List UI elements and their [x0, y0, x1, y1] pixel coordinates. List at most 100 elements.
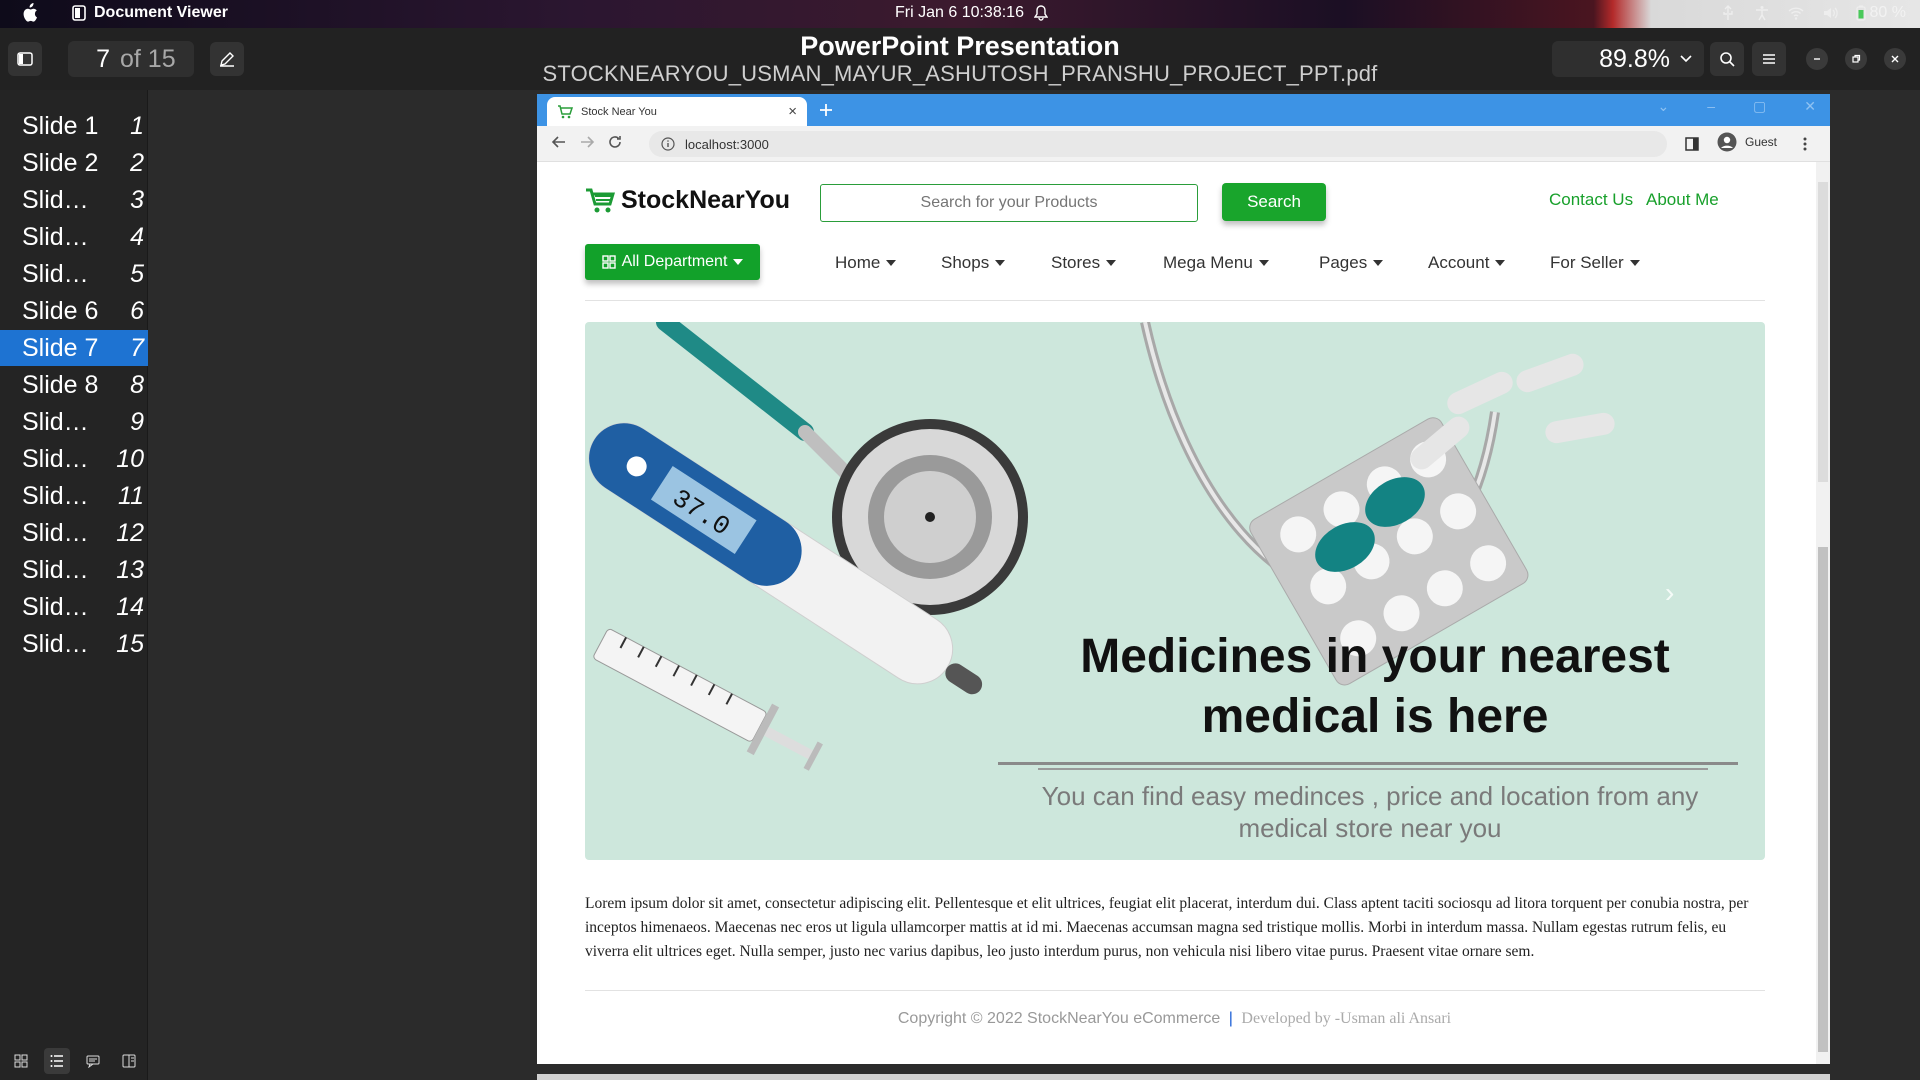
list-icon [50, 1055, 63, 1067]
slide-page-number: 4 [130, 222, 144, 251]
back-arrow-icon[interactable] [551, 134, 567, 150]
slide-label: Slid… [22, 407, 89, 436]
sidebar-slide-item[interactable]: Slid… 12 [0, 515, 148, 551]
slide-page-number: 13 [116, 555, 144, 584]
zoom-selector[interactable]: 89.8% [1552, 41, 1704, 77]
nav-label: Home [835, 253, 881, 272]
close-button[interactable] [1884, 48, 1906, 70]
all-department-button[interactable]: All Department [585, 244, 760, 280]
active-app-indicator[interactable]: Document Viewer [72, 4, 228, 22]
caret-down-icon [1106, 260, 1117, 266]
minimize-icon [1814, 58, 1820, 60]
document-area[interactable]: Stock Near You × ⌄ – ▢ ✕ localhost:3000 [149, 90, 1920, 1080]
browser-address-bar: localhost:3000 Guest [537, 126, 1830, 162]
slide-label: Slide 1 [22, 111, 99, 140]
battery-indicator[interactable]: 80 % [1855, 4, 1906, 22]
footer-developer-credit: Developed by -Usman ali Ansari [1241, 1010, 1452, 1027]
search-button[interactable] [1710, 42, 1744, 76]
website-scrollbar[interactable] [1816, 162, 1830, 1064]
tab-close-icon[interactable]: × [788, 103, 797, 120]
sidebar-slide-item[interactable]: Slid… 9 [0, 404, 148, 440]
sidebar-slide-item[interactable]: Slid… 3 [0, 182, 148, 218]
minimize-button[interactable] [1806, 48, 1828, 70]
zoom-level: 89.8% [1599, 44, 1670, 73]
reload-icon[interactable] [607, 134, 623, 150]
browser-maximize-icon[interactable]: ▢ [1753, 98, 1766, 115]
nav-shops[interactable]: Shops [941, 253, 1006, 273]
clock[interactable]: Fri Jan 6 10:38:16 [895, 4, 1048, 22]
hamburger-icon [1763, 54, 1775, 64]
sidebar-slide-item[interactable]: Slid… 14 [0, 589, 148, 625]
nav-label: Shops [941, 253, 990, 272]
sidebar-slide-item[interactable]: Slide 1 1 [0, 108, 148, 144]
annotations-view-button[interactable] [80, 1048, 106, 1074]
browser-menu-chevron-icon[interactable]: ⌄ [1658, 98, 1670, 115]
nav-divider [585, 300, 1765, 301]
nav-stores[interactable]: Stores [1051, 253, 1117, 273]
sidebar-slide-item[interactable]: Slide 7 7 [0, 330, 148, 366]
sidebar-slide-item[interactable]: Slide 8 8 [0, 367, 148, 403]
accessibility-icon [1755, 6, 1768, 21]
sidebar-slide-item[interactable]: Slide 2 2 [0, 145, 148, 181]
nav-home[interactable]: Home [835, 253, 897, 273]
slide-page-number: 3 [130, 185, 144, 214]
browser-tab[interactable]: Stock Near You × [547, 97, 807, 126]
main-menu-button[interactable] [1752, 42, 1786, 76]
sidebar-slide-item[interactable]: Slid… 15 [0, 626, 148, 662]
slide-label: Slid… [22, 629, 89, 658]
forward-arrow-icon[interactable] [579, 134, 595, 150]
kebab-menu-icon[interactable] [1802, 136, 1808, 152]
caret-down-icon [886, 260, 897, 266]
nav-label: Account [1428, 253, 1490, 272]
nav-account[interactable]: Account [1428, 253, 1506, 273]
tab-title: Stock Near You [581, 105, 657, 118]
slide-label: Slid… [22, 555, 89, 584]
maximize-button[interactable] [1845, 48, 1867, 70]
slide-label: Slide 2 [22, 148, 99, 177]
sidebar-slide-item[interactable]: Slide 6 6 [0, 293, 148, 329]
side-panel-icon[interactable] [1685, 137, 1699, 151]
info-icon[interactable] [661, 137, 675, 151]
url-field[interactable]: localhost:3000 [649, 131, 1667, 157]
nav-for-seller[interactable]: For Seller [1550, 253, 1640, 273]
browser-minimize-icon[interactable]: – [1707, 98, 1715, 115]
profile-button[interactable]: Guest [1717, 132, 1777, 152]
outline-view-button[interactable] [44, 1048, 70, 1074]
nav-pages[interactable]: Pages [1319, 253, 1384, 273]
slide-page: Stock Near You × ⌄ – ▢ ✕ localhost:3000 [537, 94, 1830, 1064]
footer-separator: | [1228, 1010, 1233, 1027]
hero-divider [998, 762, 1738, 765]
apple-icon[interactable] [20, 3, 38, 23]
chevron-down-icon [1680, 55, 1692, 63]
product-search-input[interactable] [820, 184, 1198, 222]
sidebar-slide-item[interactable]: Slid… 5 [0, 256, 148, 292]
viewer-header: 7 of 15 PowerPoint Presentation STOCKNEA… [0, 28, 1920, 90]
sidebar-slide-item[interactable]: Slid… 4 [0, 219, 148, 255]
thumbnails-view-button[interactable] [8, 1048, 34, 1074]
nav-mega-menu[interactable]: Mega Menu [1163, 253, 1269, 273]
brand-name: StockNearYou [621, 186, 791, 214]
system-tray[interactable]: 80 % [1720, 4, 1906, 22]
slide-label: Slide 7 [22, 333, 99, 362]
slide-label: Slid… [22, 222, 89, 251]
app-name: Document Viewer [94, 4, 228, 21]
sidebar-slide-item[interactable]: Slid… 10 [0, 441, 148, 477]
browser-close-icon[interactable]: ✕ [1804, 98, 1816, 115]
book-icon [122, 1054, 136, 1068]
scrollbar-thumb[interactable] [1818, 547, 1828, 1052]
sidebar-slide-item[interactable]: Slid… 11 [0, 478, 148, 514]
new-tab-button[interactable] [813, 97, 839, 123]
slide-label: Slid… [22, 259, 89, 288]
site-footer: Copyright © 2022 StockNearYou eCommerce … [537, 1010, 1812, 1028]
layers-view-button[interactable] [116, 1048, 142, 1074]
slide-page-number: 7 [130, 333, 144, 362]
carousel-next-icon[interactable]: › [1665, 577, 1674, 609]
slide-page-number: 12 [116, 518, 144, 547]
cart-icon [558, 104, 573, 118]
site-logo[interactable]: StockNearYou [585, 186, 790, 215]
about-me-link[interactable]: About Me [1646, 190, 1719, 210]
search-submit-button[interactable]: Search [1222, 183, 1326, 221]
sidebar-slide-item[interactable]: Slid… 13 [0, 552, 148, 588]
hero-banner[interactable]: 37.0 › Medicines in your nearest medical [585, 322, 1765, 860]
contact-us-link[interactable]: Contact Us [1549, 190, 1633, 210]
